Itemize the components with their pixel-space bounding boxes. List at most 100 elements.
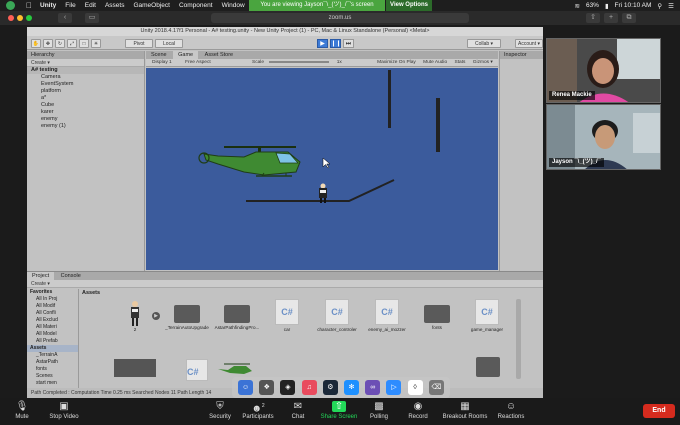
share-icon[interactable]: ⇧ <box>586 13 600 23</box>
asset-item[interactable]: C# enemy_ai_mozzer <box>364 299 410 332</box>
zoom-shield-icon[interactable] <box>6 1 15 10</box>
mute-audio-toggle[interactable]: Mute Audio <box>423 59 447 66</box>
hierarchy-item[interactable]: platform <box>27 88 144 95</box>
asset-item[interactable]: C# character_controler <box>314 299 360 332</box>
view-options-button[interactable]: View Options <box>386 0 432 11</box>
menu-window[interactable]: Window <box>222 2 245 9</box>
breakout-rooms-button[interactable]: ▦ Breakout Rooms <box>438 401 492 420</box>
asset-item[interactable]: C# car <box>264 299 310 332</box>
share-screen-button[interactable]: ⇧ Share Screen <box>318 401 360 420</box>
search-icon[interactable]: ⚲ <box>657 2 662 10</box>
tree-item[interactable]: AstarPath <box>27 359 78 366</box>
battery-icon[interactable]: ▮ <box>605 2 609 10</box>
finder-icon[interactable]: ☺ <box>238 380 254 395</box>
menu-gameobject[interactable]: GameObject <box>133 2 170 9</box>
tree-item[interactable]: All Exclud <box>27 317 78 324</box>
end-meeting-button[interactable]: End <box>643 404 675 418</box>
helicopter-asset-thumbnail[interactable] <box>214 361 256 377</box>
tree-assets[interactable]: Assets <box>27 345 78 352</box>
chat-button[interactable]: ✉ Chat <box>284 401 312 420</box>
hierarchy-item[interactable]: Cube <box>27 102 144 109</box>
move-tool-icon[interactable]: ✥ <box>43 39 53 48</box>
zoom-app-icon[interactable]: ▷ <box>386 380 402 395</box>
hierarchy-item[interactable]: a* <box>27 95 144 102</box>
tree-item[interactable]: fonts <box>27 366 78 373</box>
play-preview-icon[interactable]: ▶ <box>152 312 160 320</box>
unity-hub-icon[interactable]: ◊ <box>407 380 423 395</box>
account-dropdown[interactable]: Account ▾ <box>515 39 543 48</box>
hierarchy-tab[interactable]: Hierarchy <box>27 51 144 59</box>
tree-item[interactable]: All Materi <box>27 324 78 331</box>
menu-component[interactable]: Component <box>179 2 213 9</box>
folder-icon[interactable] <box>476 357 500 377</box>
close-window-icon[interactable] <box>8 15 14 21</box>
record-button[interactable]: ◉ Record <box>404 401 432 420</box>
play-icon[interactable]: ▶ <box>317 39 328 48</box>
minimize-window-icon[interactable] <box>17 15 23 21</box>
hierarchy-item[interactable]: Camera <box>27 74 144 81</box>
pause-icon[interactable]: ❙❙ <box>330 39 341 48</box>
participant-video-jayson[interactable]: Jayson ¯\_(ツ)_/¯ <box>546 104 661 170</box>
collab-dropdown[interactable]: Collab ▾ <box>467 39 501 48</box>
music-icon[interactable]: ♫ <box>301 380 317 395</box>
tab-console[interactable]: Console <box>56 272 86 280</box>
apple-icon[interactable]:  <box>24 1 34 10</box>
tree-item[interactable]: All In Proj <box>27 296 78 303</box>
asset-image-thumbnail[interactable] <box>114 359 156 377</box>
rotate-tool-icon[interactable]: ↻ <box>55 39 65 48</box>
tree-item[interactable]: All Confli <box>27 310 78 317</box>
hierarchy-item[interactable]: enemy (1) <box>27 123 144 130</box>
polling-button[interactable]: ▩ Polling <box>365 401 393 420</box>
csharp-script-icon[interactable]: C# <box>186 359 208 381</box>
unity-icon[interactable]: ◈ <box>280 380 296 395</box>
asset-item[interactable]: AstarPathfindingPro... <box>214 299 260 330</box>
menu-assets[interactable]: Assets <box>105 2 125 9</box>
clock[interactable]: Fri 10:10 AM <box>615 2 652 9</box>
tree-item[interactable]: All Prefab <box>27 338 78 345</box>
display-dropdown[interactable]: Display 1 <box>152 59 172 66</box>
maximize-on-play-toggle[interactable]: Maximize On Play <box>377 59 416 66</box>
hierarchy-create-button[interactable]: Create ▾ <box>27 59 144 67</box>
hierarchy-scene-root[interactable]: A# testing <box>27 67 144 74</box>
aspect-dropdown[interactable]: Free Aspect <box>185 59 211 66</box>
tree-item[interactable]: All Model <box>27 331 78 338</box>
hierarchy-item[interactable]: EventSystem <box>27 81 144 88</box>
tab-game[interactable]: Game <box>173 51 199 59</box>
launchpad-icon[interactable]: ❖ <box>259 380 275 395</box>
participant-video-renea[interactable]: Renea Mackie <box>546 38 661 103</box>
visual-studio-icon[interactable]: ∞ <box>365 380 381 395</box>
hierarchy-item[interactable]: enemy <box>27 116 144 123</box>
fullscreen-window-icon[interactable] <box>26 15 32 21</box>
scale-slider[interactable] <box>269 60 330 63</box>
tab-scene[interactable]: Scene <box>146 51 172 59</box>
url-bar[interactable]: zoom.us <box>211 13 469 23</box>
back-icon[interactable]: ‹ <box>58 13 72 23</box>
assets-scrollbar[interactable] <box>516 299 521 379</box>
menu-app-name[interactable]: Unity <box>40 2 56 9</box>
stop-video-button[interactable]: ▣ Stop Video <box>44 401 84 420</box>
mute-button[interactable]: 🎙 Mute <box>8 401 36 420</box>
tree-item[interactable]: _TerrainA <box>27 352 78 359</box>
game-view[interactable] <box>146 68 498 270</box>
asset-item[interactable]: C# game_manager <box>464 299 510 332</box>
scale-tool-icon[interactable]: ⤢ <box>67 39 77 48</box>
participants-button[interactable]: ☻2 Participants <box>238 401 278 420</box>
security-button[interactable]: ⛨ Security <box>204 401 236 420</box>
assets-breadcrumb[interactable]: Assets <box>82 290 100 296</box>
menu-edit[interactable]: Edit <box>85 2 96 9</box>
sidebar-icon[interactable]: ▭ <box>85 13 99 23</box>
tree-item[interactable]: Scenes <box>27 373 78 380</box>
rect-tool-icon[interactable]: □ <box>79 39 89 48</box>
steam-icon[interactable]: ⚙ <box>322 380 338 395</box>
stats-toggle[interactable]: Stats <box>455 59 466 66</box>
reactions-button[interactable]: ☺ Reactions <box>494 401 528 420</box>
tabs-overview-icon[interactable]: ⧉ <box>622 13 636 23</box>
hierarchy-item[interactable]: karer <box>27 109 144 116</box>
inspector-tab[interactable]: Inspector <box>500 51 543 59</box>
hand-tool-icon[interactable]: ✋ <box>31 39 41 48</box>
pivot-toggle[interactable]: Pivot <box>125 39 153 48</box>
asset-item[interactable]: fonts <box>414 299 460 330</box>
asset-item[interactable]: _TerrainAutoUpgrade <box>164 299 210 330</box>
tree-item[interactable]: All Modif <box>27 303 78 310</box>
transform-tool-icon[interactable]: ✳ <box>91 39 101 48</box>
